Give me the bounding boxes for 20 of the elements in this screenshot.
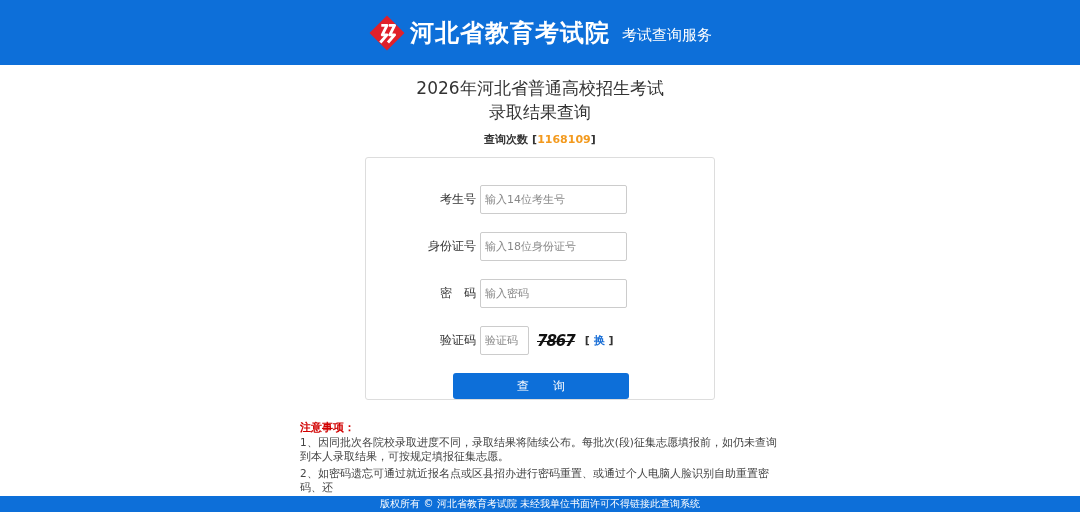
copyright-text: 版权所有 © 河北省教育考试院 未经我单位书面许可不得链接此查询系统 <box>380 497 700 511</box>
query-count: 查询次数 [1168109] <box>484 132 596 147</box>
input-field[interactable]: 输入14位考生号 <box>480 185 627 214</box>
note-text: 1、因同批次各院校录取进度不同，录取结果将陆续公布。每批次(段)征集志愿填报前，如仍未查询到本人录取结果，可按规定填报征集志愿。 <box>300 435 778 463</box>
site-title: 河北省教育考试院 <box>410 17 610 49</box>
field-label: 密 码 <box>439 285 477 302</box>
field-label: 验证码 <box>439 332 477 349</box>
site-subtitle: 考试查询服务 <box>622 26 712 45</box>
page-title: 录取结果查询 <box>488 101 592 124</box>
notes-title: 注意事项： <box>300 421 356 435</box>
refresh-link[interactable]: [ 换 ] <box>584 333 614 348</box>
page-title: 2026年河北省普通高校招生考试 <box>416 77 664 100</box>
field-label: 身份证号 <box>427 238 477 255</box>
field-label: 考生号 <box>439 191 477 208</box>
input-field[interactable]: 输入密码 <box>480 279 627 308</box>
captcha-image: 7867 <box>537 331 575 350</box>
input-field[interactable]: 输入18位身份证号 <box>480 232 627 261</box>
note-text: 2、如密码遗忘可通过就近报名点或区县招办进行密码重置、或通过个人电脑人脸识别自助重置密码、还 <box>300 466 770 494</box>
captcha-field[interactable]: 验证码 <box>480 326 529 355</box>
query-button[interactable]: 查 询 <box>453 373 629 399</box>
